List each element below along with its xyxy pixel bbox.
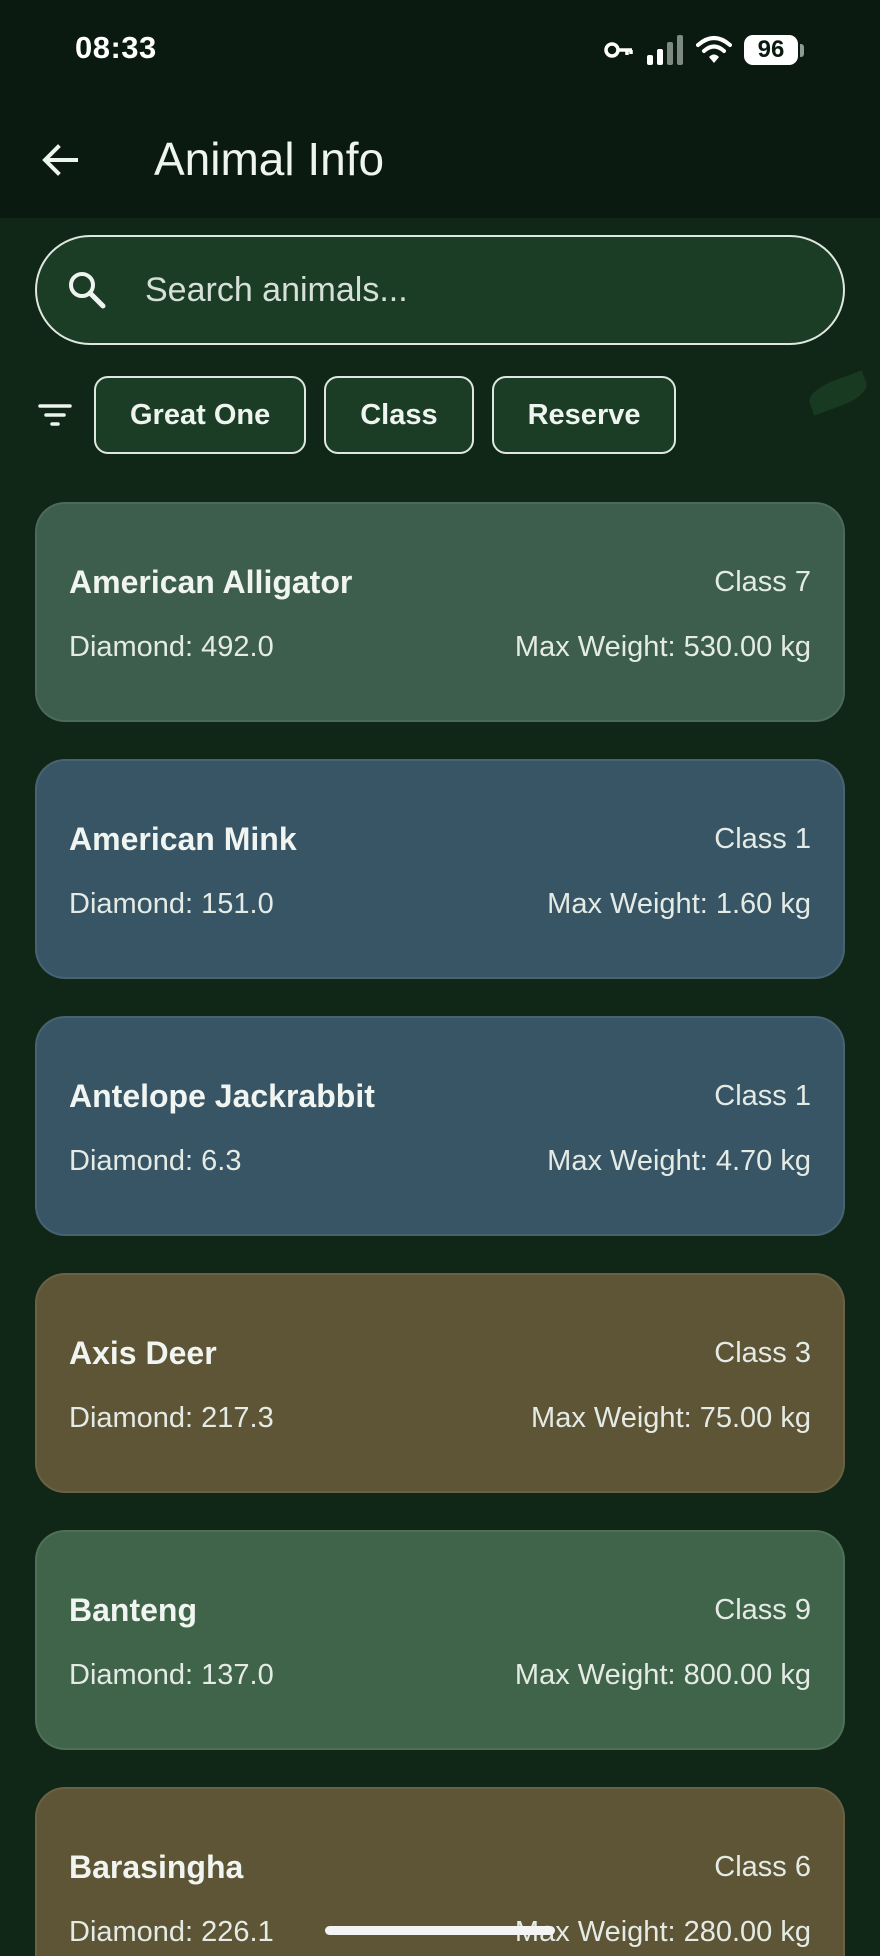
signal-icon [647, 35, 683, 65]
animal-max-weight: Max Weight: 4.70 kg [547, 1145, 811, 1177]
animal-class: Class 9 [714, 1594, 811, 1626]
animal-name: Axis Deer [69, 1335, 217, 1371]
animal-diamond: Diamond: 137.0 [69, 1659, 274, 1691]
animal-name: American Alligator [69, 564, 353, 600]
animal-max-weight: Max Weight: 75.00 kg [531, 1402, 811, 1434]
animal-name: American Mink [69, 821, 297, 857]
content-area: Great One Class Reserve American Alligat… [0, 218, 880, 1956]
filter-chip-great-one[interactable]: Great One [94, 376, 307, 454]
animal-card[interactable]: Antelope Jackrabbit Class 1 Diamond: 6.3… [35, 1016, 845, 1236]
status-time: 08:33 [75, 30, 157, 65]
animal-card[interactable]: American Mink Class 1 Diamond: 151.0 Max… [35, 759, 845, 979]
search-icon [69, 272, 106, 309]
animal-diamond: Diamond: 217.3 [69, 1402, 274, 1434]
animal-diamond: Diamond: 226.1 [69, 1916, 274, 1948]
wifi-icon [696, 36, 732, 63]
page-title: Animal Info [154, 133, 385, 185]
status-bar: 08:33 96 [0, 0, 880, 100]
animal-diamond: Diamond: 6.3 [69, 1145, 242, 1177]
arrow-left-icon [42, 144, 78, 176]
back-button[interactable] [30, 130, 90, 190]
animal-class: Class 7 [714, 566, 811, 598]
animal-name: Antelope Jackrabbit [69, 1078, 375, 1114]
animal-max-weight: Max Weight: 1.60 kg [547, 888, 811, 920]
animal-list: American Alligator Class 7 Diamond: 492.… [35, 502, 845, 1956]
animal-max-weight: Max Weight: 530.00 kg [514, 631, 811, 663]
animal-class: Class 1 [714, 823, 811, 855]
animal-class: Class 6 [714, 1851, 811, 1883]
animal-card[interactable]: Axis Deer Class 3 Diamond: 217.3 Max Wei… [35, 1273, 845, 1493]
filter-chip-class[interactable]: Class [324, 376, 474, 454]
search-input[interactable] [143, 269, 787, 311]
animal-diamond: Diamond: 492.0 [69, 631, 274, 663]
animal-max-weight: Max Weight: 280.00 kg [514, 1916, 811, 1948]
animal-diamond: Diamond: 151.0 [69, 888, 274, 920]
animal-name: Banteng [69, 1592, 197, 1628]
key-icon [604, 42, 633, 58]
background-leaf [805, 370, 871, 416]
battery-icon: 96 [744, 35, 804, 65]
status-icons: 96 [604, 32, 804, 68]
filter-chip-reserve[interactable]: Reserve [491, 376, 677, 454]
animal-class: Class 3 [714, 1337, 811, 1369]
app-bar: Animal Info [0, 100, 880, 218]
battery-tip [800, 43, 804, 57]
battery-level: 96 [744, 35, 798, 65]
animal-card[interactable]: Banteng Class 9 Diamond: 137.0 Max Weigh… [35, 1530, 845, 1750]
filter-row: Great One Class Reserve [36, 375, 694, 455]
search-box[interactable] [35, 235, 845, 345]
animal-class: Class 1 [714, 1080, 811, 1112]
home-indicator[interactable] [325, 1926, 555, 1935]
animal-card[interactable]: American Alligator Class 7 Diamond: 492.… [35, 502, 845, 722]
animal-name: Barasingha [69, 1849, 244, 1885]
animal-max-weight: Max Weight: 800.00 kg [514, 1659, 811, 1691]
filter-icon[interactable] [36, 396, 74, 434]
